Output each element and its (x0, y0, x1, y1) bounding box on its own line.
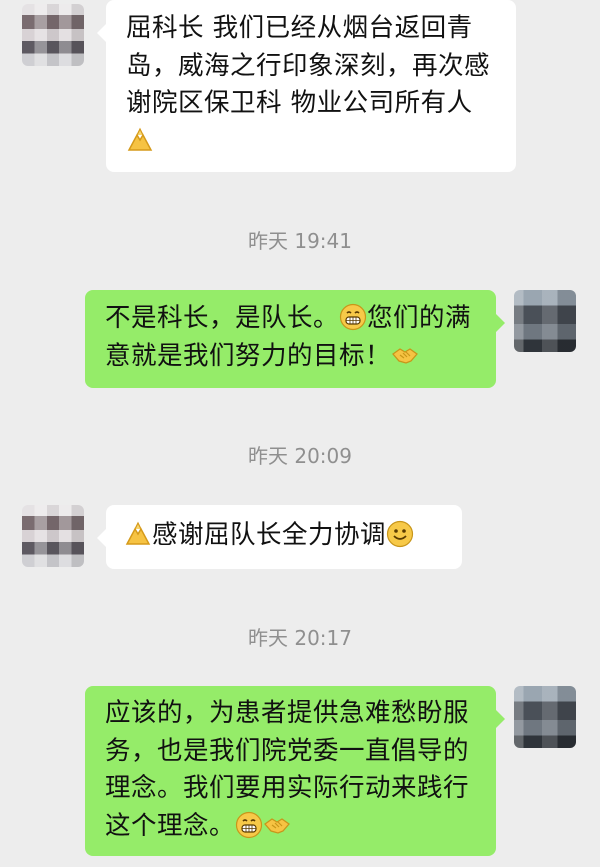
timestamp: 昨天 20:17 (248, 626, 352, 650)
pray-emoji-icon (124, 520, 152, 548)
smile-emoji-icon (386, 520, 414, 548)
contact-avatar[interactable] (22, 4, 84, 66)
my-avatar[interactable] (514, 686, 576, 748)
message-bubble-received[interactable]: 屈科长 我们已经从烟台返回青岛，威海之行印象深刻，再次感谢院区保卫科 物业公司所… (97, 0, 516, 172)
message-bubble-sent[interactable]: 不是科长，是队长。 您们的满意就是我们努力的目标！ (85, 290, 505, 388)
grin-emoji-icon (235, 811, 263, 839)
grin-emoji-icon (339, 303, 367, 331)
pray-emoji-icon (126, 126, 154, 154)
message-text: 屈科长 我们已经从烟台返回青岛，威海之行印象深刻，再次感谢院区保卫科 物业公司所… (126, 13, 491, 118)
handshake-emoji-icon (391, 341, 419, 369)
timestamp: 昨天 20:09 (248, 444, 352, 468)
handshake-emoji-icon (263, 811, 291, 839)
message-bubble-received[interactable]: 感谢屈队长全力协调 (97, 505, 462, 569)
message-bubble-sent[interactable]: 应该的，为患者提供急难愁盼服务，也是我们院党委一直倡导的理念。我们要用实际行动来… (85, 686, 505, 856)
message-text: 感谢屈队长全力协调 (152, 520, 387, 550)
my-avatar[interactable] (514, 290, 576, 352)
timestamp: 昨天 19:41 (248, 229, 352, 253)
contact-avatar[interactable] (22, 505, 84, 567)
message-text: 不是科长，是队长。 (105, 303, 340, 333)
